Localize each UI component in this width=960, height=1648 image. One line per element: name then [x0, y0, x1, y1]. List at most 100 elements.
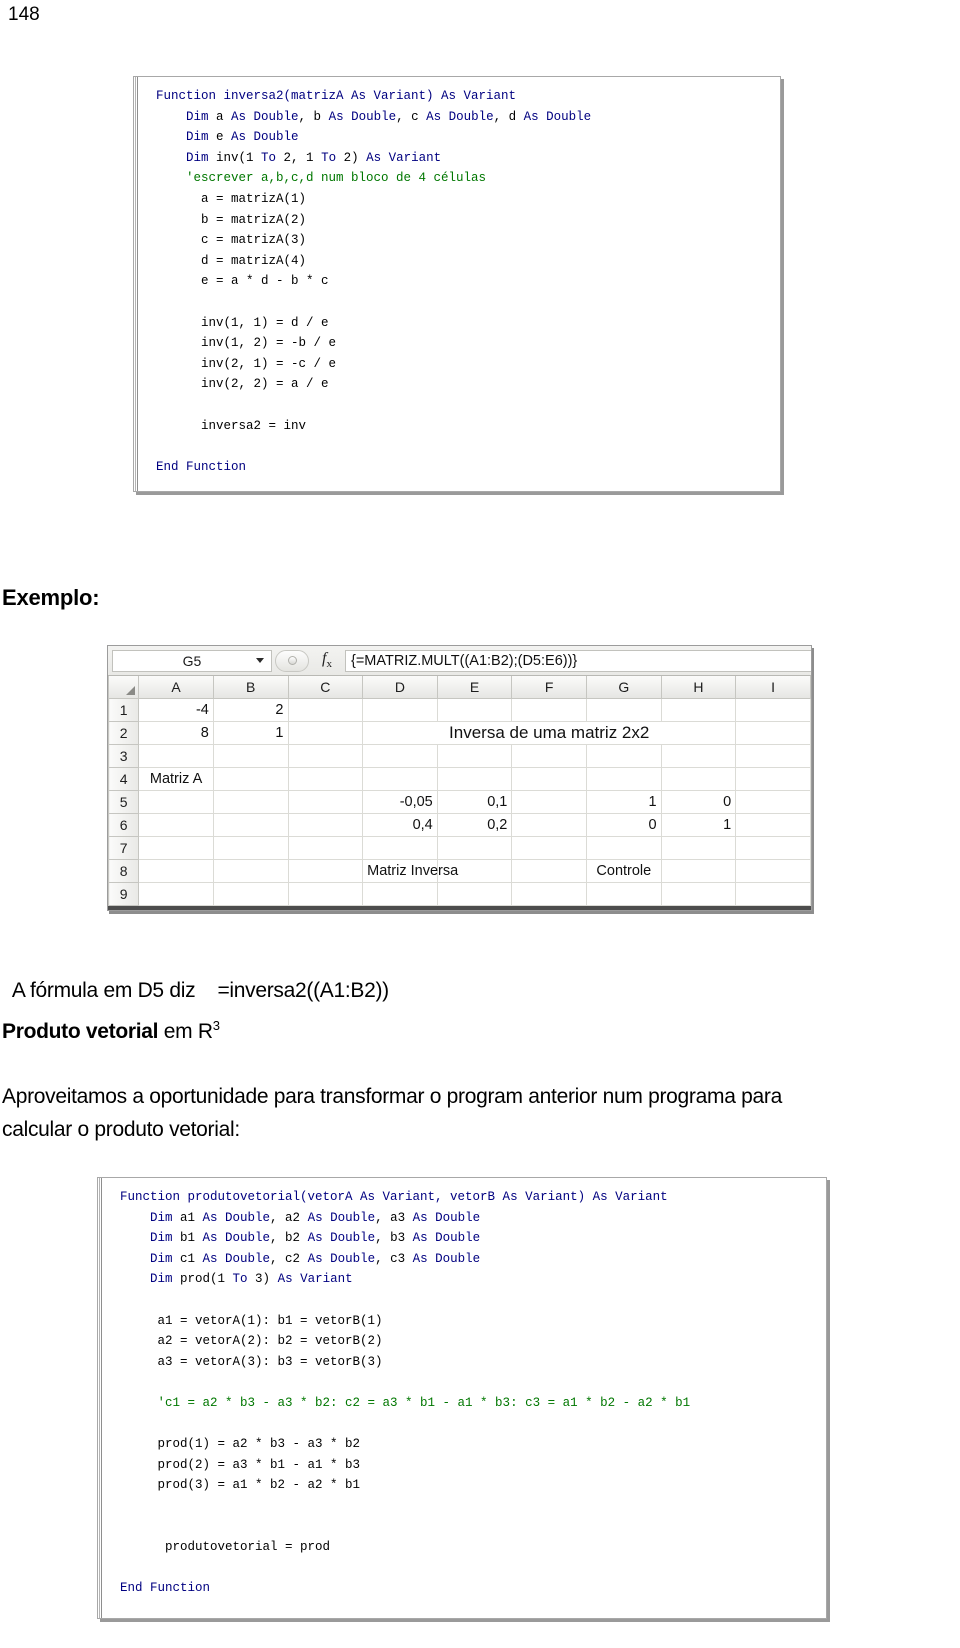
column-header-e[interactable]: E [436, 676, 513, 699]
cell-F1[interactable] [511, 697, 587, 722]
cell-F9[interactable] [511, 881, 587, 906]
cell-F3[interactable] [511, 743, 587, 768]
row-header-4[interactable]: 4 [107, 766, 140, 791]
cell-C4[interactable] [287, 766, 364, 791]
cell-D1[interactable] [362, 697, 438, 722]
cell-E4[interactable] [436, 766, 513, 791]
formula-input[interactable]: {=MATRIZ.MULT((A1:B2);(D5:E6))} [345, 649, 811, 672]
row-header-6[interactable]: 6 [107, 812, 140, 837]
cell-G8[interactable]: Controle [586, 858, 662, 883]
column-header-d[interactable]: D [362, 676, 438, 699]
cell-A6[interactable] [138, 812, 214, 837]
cell-H5[interactable]: 0 [660, 789, 737, 814]
column-header-h[interactable]: H [660, 676, 737, 699]
cell-H8[interactable] [660, 858, 737, 883]
cell-C7[interactable] [287, 835, 364, 860]
cell-G4[interactable] [586, 766, 662, 791]
row-header-1[interactable]: 1 [107, 697, 140, 722]
cell-C2[interactable] [287, 720, 364, 745]
cell-D6[interactable]: 0,4 [362, 812, 438, 837]
insert-function-icon[interactable]: fx [309, 650, 345, 670]
cell-B3[interactable] [212, 743, 289, 768]
column-header-b[interactable]: B [212, 676, 289, 699]
cell-B5[interactable] [212, 789, 289, 814]
cell-G1[interactable] [586, 697, 662, 722]
cell-F4[interactable] [511, 766, 587, 791]
column-header-a[interactable]: A [138, 676, 214, 699]
name-box[interactable]: G5 [112, 649, 272, 672]
column-header-g[interactable]: G [586, 676, 662, 699]
row-header-9[interactable]: 9 [107, 881, 140, 906]
row-header-8[interactable]: 8 [107, 858, 140, 883]
cell-G5[interactable]: 1 [586, 789, 662, 814]
formula-bar-expand-button[interactable] [275, 649, 309, 672]
cell-C6[interactable] [287, 812, 364, 837]
cell-I2[interactable] [735, 720, 811, 745]
cell-I1[interactable] [735, 697, 811, 722]
cell-A1[interactable]: -4 [138, 697, 214, 722]
cell-B6[interactable] [212, 812, 289, 837]
row-header-7[interactable]: 7 [107, 835, 140, 860]
cell-H1[interactable] [660, 697, 737, 722]
cell-I5[interactable] [735, 789, 811, 814]
cell-H4[interactable] [660, 766, 737, 791]
cell-H6[interactable]: 1 [660, 812, 737, 837]
row-header-3[interactable]: 3 [107, 743, 140, 768]
cell-D8[interactable]: Matriz Inversa [362, 858, 458, 883]
cell-E9[interactable] [436, 881, 513, 906]
cell-F8[interactable] [511, 858, 587, 883]
cell-F7[interactable] [511, 835, 587, 860]
column-header-f[interactable]: F [511, 676, 587, 699]
cell-F6[interactable] [511, 812, 587, 837]
cell-E6[interactable]: 0,2 [436, 812, 513, 837]
cell-D9[interactable] [362, 881, 438, 906]
cell-C8[interactable] [287, 858, 364, 883]
select-all-corner[interactable] [107, 676, 140, 699]
cell-B4[interactable] [212, 766, 289, 791]
column-header-c[interactable]: C [287, 676, 364, 699]
cell-C9[interactable] [287, 881, 364, 906]
cell-G6[interactable]: 0 [586, 812, 662, 837]
cell-H3[interactable] [660, 743, 737, 768]
row-header-2[interactable]: 2 [107, 720, 140, 745]
cell-A4[interactable]: Matriz A [138, 766, 214, 791]
cell-E1[interactable] [436, 697, 513, 722]
cell-E3[interactable] [436, 743, 513, 768]
cell-B2[interactable]: 1 [212, 720, 289, 745]
cell-G9[interactable] [586, 881, 662, 906]
cell-A5[interactable] [138, 789, 214, 814]
cell-F5[interactable] [511, 789, 587, 814]
cell-D4[interactable] [362, 766, 438, 791]
cell-C3[interactable] [287, 743, 364, 768]
cell-D2[interactable]: Inversa de uma matriz 2x2 [362, 720, 737, 745]
row-header-5[interactable]: 5 [107, 789, 140, 814]
cell-I8[interactable] [735, 858, 811, 883]
cell-I7[interactable] [735, 835, 811, 860]
cell-G3[interactable] [586, 743, 662, 768]
cell-A7[interactable] [138, 835, 214, 860]
cell-H7[interactable] [660, 835, 737, 860]
cell-C1[interactable] [287, 697, 364, 722]
cell-D5[interactable]: -0,05 [362, 789, 438, 814]
chevron-down-icon[interactable] [256, 658, 264, 663]
cell-A9[interactable] [138, 881, 214, 906]
cell-D3[interactable] [362, 743, 438, 768]
cell-I4[interactable] [735, 766, 811, 791]
cell-E7[interactable] [436, 835, 513, 860]
cell-I6[interactable] [735, 812, 811, 837]
column-header-i[interactable]: I [735, 676, 811, 699]
cell-A2[interactable]: 8 [138, 720, 214, 745]
cell-G7[interactable] [586, 835, 662, 860]
cell-D7[interactable] [362, 835, 438, 860]
cell-H9[interactable] [660, 881, 737, 906]
cell-A8[interactable] [138, 858, 214, 883]
cell-B9[interactable] [212, 881, 289, 906]
cell-B1[interactable]: 2 [212, 697, 289, 722]
cell-I9[interactable] [735, 881, 811, 906]
cell-A3[interactable] [138, 743, 214, 768]
cell-C5[interactable] [287, 789, 364, 814]
cell-I3[interactable] [735, 743, 811, 768]
cell-B8[interactable] [212, 858, 289, 883]
cell-B7[interactable] [212, 835, 289, 860]
cell-E5[interactable]: 0,1 [436, 789, 513, 814]
